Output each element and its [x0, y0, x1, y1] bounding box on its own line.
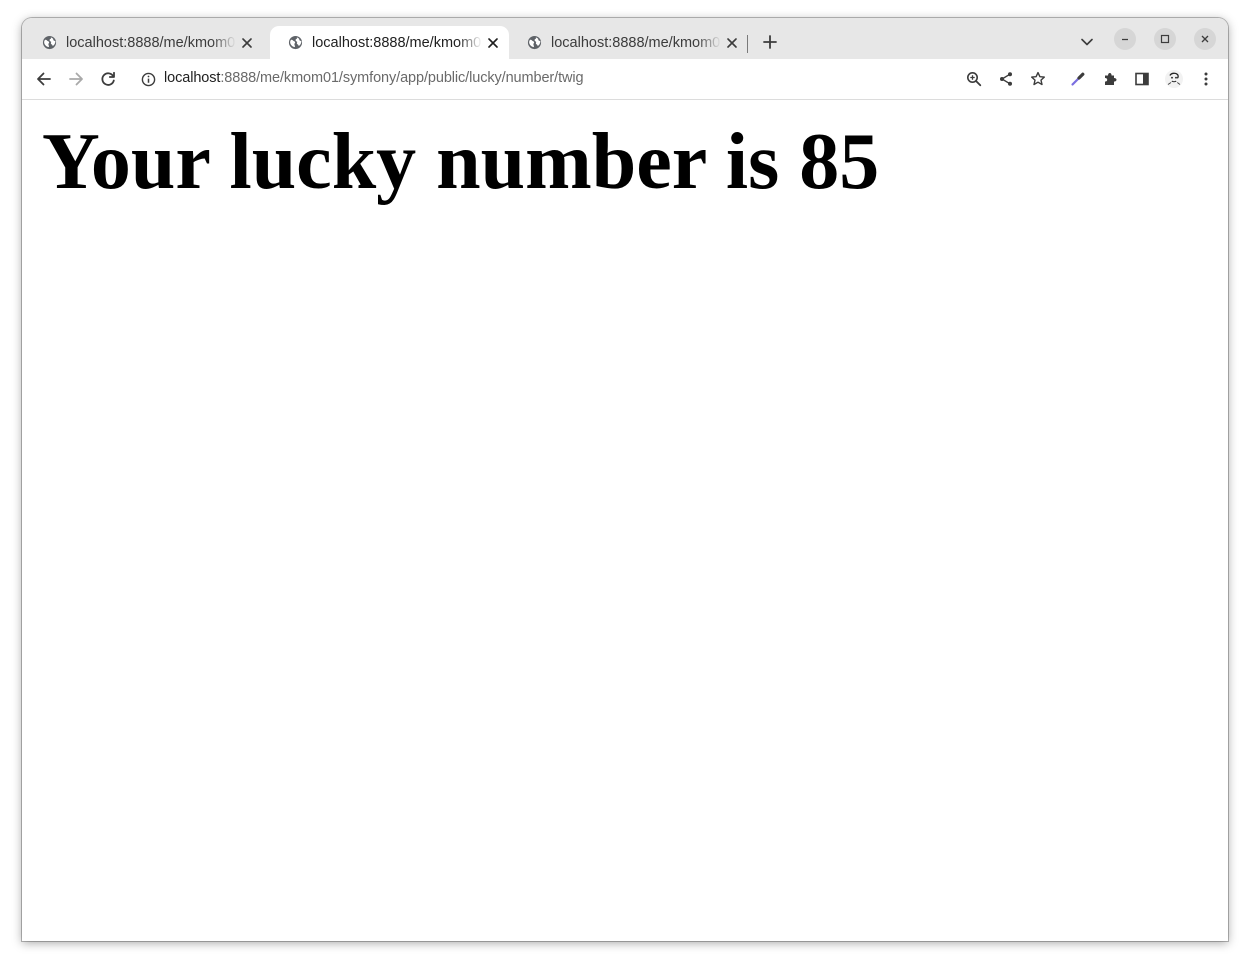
- back-arrow-icon: [36, 71, 52, 87]
- url-path: :8888/me/kmom01/symfony/app/public/lucky…: [220, 70, 584, 86]
- address-url[interactable]: localhost:8888/me/kmom01/symfony/app/pub…: [164, 70, 584, 86]
- forward-arrow-icon: [68, 71, 84, 87]
- tab-separator: [747, 35, 748, 53]
- profile-button[interactable]: [1162, 67, 1186, 91]
- back-button[interactable]: [32, 67, 56, 91]
- tab-3[interactable]: localhost:8888/me/kmom01/symfony/app/pub…: [509, 26, 748, 59]
- forward-button[interactable]: [64, 67, 88, 91]
- puzzle-icon: [1102, 71, 1118, 87]
- browser-toolbar: localhost:8888/me/kmom01/symfony/app/pub…: [22, 59, 1228, 100]
- share-icon: [998, 71, 1014, 87]
- maximize-icon: [1160, 34, 1170, 44]
- close-icon[interactable]: [236, 32, 258, 54]
- globe-icon: [42, 35, 57, 50]
- close-icon[interactable]: [482, 32, 504, 54]
- share-button[interactable]: [994, 67, 1018, 91]
- tab-title: localhost:8888/me/kmom01/symfony/app/pub…: [312, 34, 482, 51]
- zoom-button[interactable]: [962, 67, 986, 91]
- close-icon[interactable]: [721, 32, 743, 54]
- zoom-icon: [966, 71, 982, 87]
- browser-window: localhost:8888/me/kmom01/symfony/app/pub…: [22, 18, 1228, 941]
- tab-strip: localhost:8888/me/kmom01/symfony/app/pub…: [22, 18, 1228, 59]
- page-heading: Your lucky number is 85: [42, 118, 880, 206]
- eyedropper-icon: [1070, 71, 1086, 87]
- tab-title: localhost:8888/me/kmom01/symfony/app/pub…: [66, 34, 236, 51]
- info-icon[interactable]: [140, 71, 156, 87]
- kebab-menu-icon: [1198, 71, 1214, 87]
- tab-2[interactable]: localhost:8888/me/kmom01/symfony/app/pub…: [270, 26, 509, 59]
- new-tab-button[interactable]: [759, 31, 781, 53]
- eyedropper-extension-button[interactable]: [1066, 67, 1090, 91]
- globe-icon: [527, 35, 542, 50]
- tab-search-button[interactable]: [1076, 31, 1098, 53]
- tab-1[interactable]: localhost:8888/me/kmom01/symfony/app/pub…: [24, 26, 263, 59]
- side-panel-button[interactable]: [1130, 67, 1154, 91]
- profile-avatar-icon: [1164, 69, 1184, 89]
- star-icon: [1030, 71, 1046, 87]
- globe-icon: [288, 35, 303, 50]
- extensions-button[interactable]: [1098, 67, 1122, 91]
- close-icon: [1200, 34, 1210, 44]
- address-bar[interactable]: localhost:8888/me/kmom01/symfony/app/pub…: [130, 64, 1056, 94]
- reload-button[interactable]: [96, 67, 120, 91]
- minimize-button[interactable]: [1114, 28, 1136, 50]
- close-window-button[interactable]: [1194, 28, 1216, 50]
- page-viewport: Your lucky number is 85: [22, 100, 1228, 941]
- minimize-icon: [1120, 34, 1130, 44]
- reload-icon: [100, 71, 116, 87]
- url-host: localhost: [164, 70, 221, 86]
- maximize-button[interactable]: [1154, 28, 1176, 50]
- chevron-down-icon: [1081, 38, 1093, 46]
- browser-menu-button[interactable]: [1194, 67, 1218, 91]
- bookmark-button[interactable]: [1026, 67, 1050, 91]
- plus-icon: [763, 35, 777, 49]
- tab-title: localhost:8888/me/kmom01/symfony/app/pub…: [551, 34, 721, 51]
- side-panel-icon: [1134, 71, 1150, 87]
